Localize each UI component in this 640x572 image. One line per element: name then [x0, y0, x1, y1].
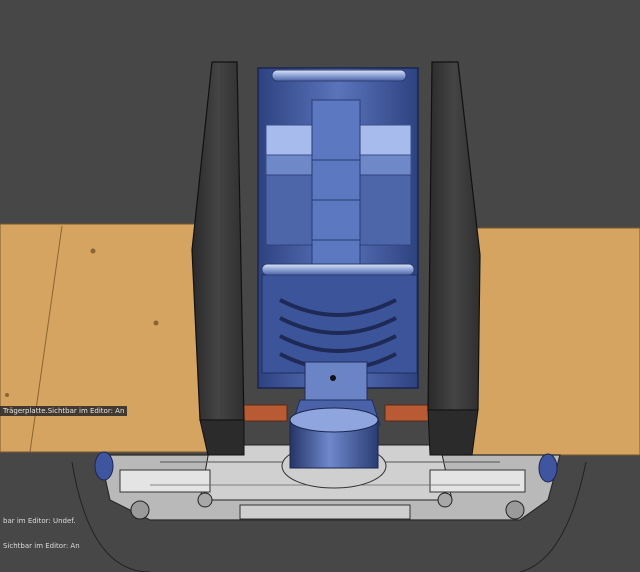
- carrier-plate-left[interactable]: [0, 223, 211, 453]
- drum[interactable]: [281, 407, 387, 489]
- label-traegerplatte: Trägerplatte.Sichtbar im Editor: An: [0, 406, 128, 416]
- plate-bolt: [90, 248, 96, 254]
- plate-bolt: [5, 393, 9, 397]
- label-visibility-on: Sichtbar im Editor: An: [3, 542, 80, 550]
- label-visibility-undef: bar im Editor: Undef.: [3, 517, 76, 525]
- side-panel-right[interactable]: [427, 61, 481, 456]
- wheel-right[interactable]: [538, 453, 558, 483]
- 3d-viewport[interactable]: Trägerplatte.Sichtbar im Editor: An bar …: [0, 0, 640, 572]
- machine-body[interactable]: [257, 67, 419, 389]
- side-panel-left[interactable]: [191, 61, 245, 456]
- middle-rod[interactable]: [261, 263, 415, 276]
- plate-bolt: [153, 320, 159, 326]
- wheel-left[interactable]: [94, 451, 114, 481]
- top-rod[interactable]: [271, 69, 407, 82]
- carrier-plate-right[interactable]: [459, 227, 640, 456]
- scene-render[interactable]: [0, 0, 640, 572]
- column-bolt: [330, 375, 336, 381]
